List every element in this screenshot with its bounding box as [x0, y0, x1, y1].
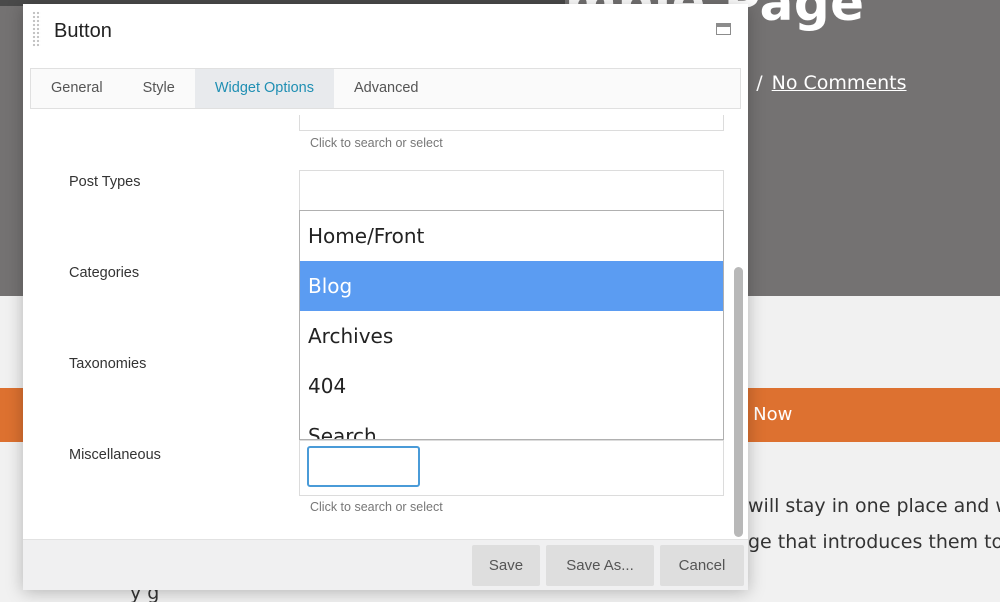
miscellaneous-dropdown-list: Home/Front Blog Archives 404 Search	[299, 210, 724, 440]
dropdown-option-search[interactable]: Search	[300, 411, 723, 439]
drag-handle-icon[interactable]	[32, 11, 41, 47]
tab-style[interactable]: Style	[123, 69, 195, 108]
miscellaneous-search-input[interactable]	[307, 446, 420, 487]
dropdown-option-home-front[interactable]: Home/Front	[300, 211, 723, 261]
categories-label: Categories	[69, 265, 140, 281]
miscellaneous-label: Miscellaneous	[69, 447, 161, 463]
dropdown-option-archives[interactable]: Archives	[300, 311, 723, 361]
tab-advanced[interactable]: Advanced	[334, 69, 439, 108]
button-settings-modal: Button General Style Widget Options Adva…	[23, 4, 748, 590]
post-meta-separator: /	[756, 72, 763, 94]
modal-footer: Save Save As... Cancel	[23, 539, 748, 590]
page-paragraph-line: ge that introduces them to p	[748, 531, 1000, 553]
dropdown-option-blog[interactable]: Blog	[300, 261, 723, 311]
post-meta-comments-link[interactable]: No Comments	[772, 72, 907, 94]
tab-general[interactable]: General	[31, 69, 123, 108]
settings-tabs: General Style Widget Options Advanced	[30, 68, 741, 109]
modal-title: Button	[54, 20, 112, 42]
top-select-field[interactable]	[299, 115, 724, 131]
miscellaneous-hint: Click to search or select	[310, 500, 443, 514]
save-button[interactable]: Save	[472, 545, 540, 586]
page-paragraph-line: will stay in one place and w	[748, 495, 1000, 517]
modal-scrollbar-thumb[interactable]	[734, 267, 743, 537]
cancel-button[interactable]: Cancel	[660, 545, 744, 586]
taxonomies-label: Taxonomies	[69, 356, 147, 372]
dropdown-option-404[interactable]: 404	[300, 361, 723, 411]
post-meta: y/No Comments	[736, 72, 907, 94]
top-select-hint: Click to search or select	[310, 136, 443, 150]
maximize-icon[interactable]	[716, 23, 731, 35]
tab-widget-options[interactable]: Widget Options	[194, 69, 334, 108]
post-types-field[interactable]	[299, 170, 724, 215]
save-as-button[interactable]: Save As...	[546, 545, 654, 586]
post-types-label: Post Types	[69, 174, 141, 190]
modal-body: Click to search or select Post Types Cat…	[23, 115, 748, 539]
